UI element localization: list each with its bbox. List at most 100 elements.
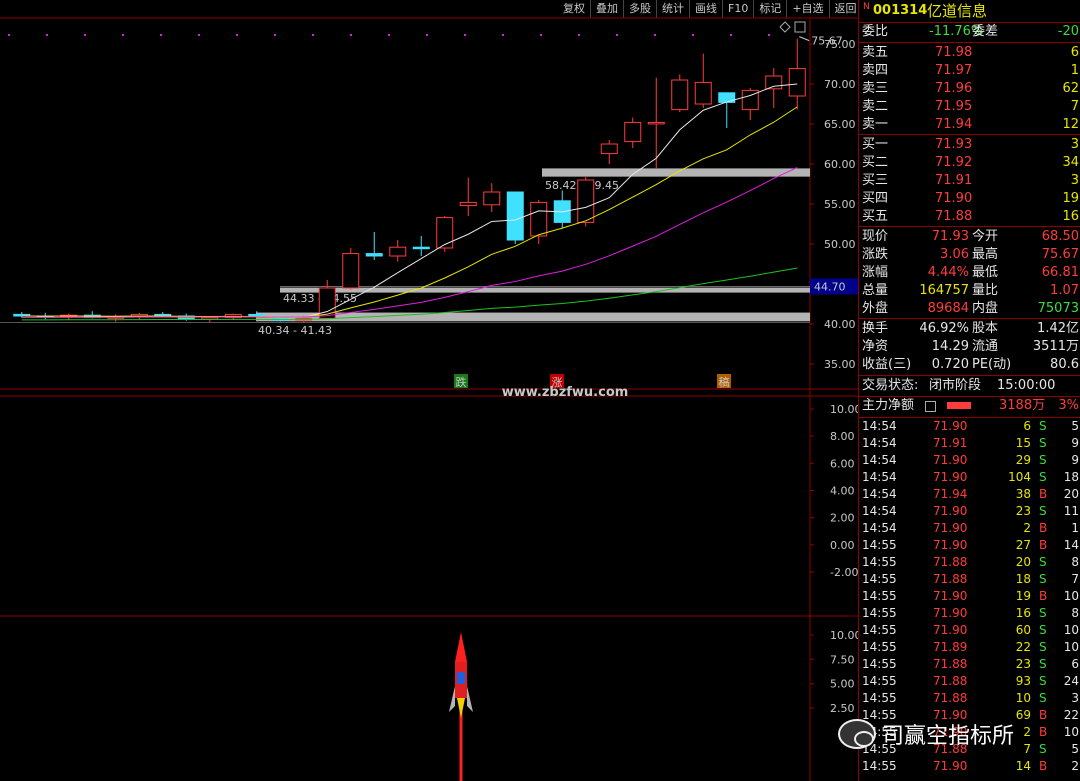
- tick-count: 24: [1063, 674, 1079, 688]
- main-force-row: 主力净额 3188万 3%: [859, 397, 1080, 415]
- stat-label: 最高: [972, 247, 999, 262]
- tick-side: S: [1039, 657, 1047, 671]
- tick-count: 11: [1063, 504, 1079, 518]
- tick-time: 14:54: [862, 487, 897, 501]
- osc1-axis-label: 6.00: [830, 457, 855, 470]
- bid-row: 买一 71.93 3: [859, 136, 1080, 154]
- tick-side: S: [1039, 623, 1047, 637]
- ask-row: 卖四 71.97 1: [859, 62, 1080, 80]
- tick-side: S: [1039, 674, 1047, 688]
- stat-value: 80.6: [1050, 357, 1079, 372]
- tick-count: 18: [1063, 470, 1079, 484]
- tick-volume: 22: [1015, 640, 1031, 654]
- osc1-axis-label: 8.00: [830, 430, 855, 443]
- bid-label: 买一: [862, 137, 889, 152]
- stat-value: 71.93: [931, 229, 969, 244]
- tick-count: 7: [1071, 572, 1079, 586]
- tick-side: S: [1039, 640, 1047, 654]
- stat-label: 最低: [972, 265, 999, 280]
- ask-price: 71.94: [935, 117, 973, 132]
- bid-label: 买三: [862, 173, 889, 188]
- stat-value: 0.720: [931, 357, 969, 372]
- tick-count: 5: [1071, 742, 1079, 756]
- main-force-value: 3188万: [999, 398, 1046, 413]
- ask-volume: 6: [1070, 45, 1079, 60]
- stat2-row: 净资 14.29 流通 3511万: [859, 338, 1080, 356]
- signal-label: 稿: [719, 375, 730, 389]
- ask-price: 71.97: [935, 63, 973, 78]
- ask-price: 71.96: [935, 81, 973, 96]
- main-force-bar: [947, 402, 971, 409]
- candle-body: [530, 201, 548, 237]
- marker-dot: [616, 34, 618, 36]
- tick-time: 14:55: [862, 606, 897, 620]
- watermark-text: 司赢空指标所: [882, 724, 1015, 749]
- tick-row: 14:54 71.90 23 S 11: [859, 503, 1080, 520]
- stat-label: 收益(三): [862, 357, 912, 372]
- tick-volume: 23: [1015, 504, 1031, 518]
- ma5-line: [21, 83, 798, 319]
- ask-label: 卖一: [862, 117, 889, 132]
- tick-time: 14:55: [862, 640, 897, 654]
- tick-price: 71.90: [933, 759, 968, 773]
- candle-body: [483, 191, 501, 206]
- tick-row: 14:54 71.91 15 S 9: [859, 435, 1080, 452]
- stat-value: 164757: [919, 283, 969, 298]
- box-icon: [794, 21, 806, 33]
- stat-value: 1.07: [1050, 283, 1079, 298]
- stat-value: 66.81: [1041, 265, 1079, 280]
- candle-body: [459, 201, 477, 207]
- ask-row: 卖二 71.95 7: [859, 98, 1080, 116]
- tick-row: 14:55 71.88 10 S 3: [859, 690, 1080, 707]
- stat-row: 总量 164757 量比 1.07: [859, 282, 1080, 300]
- stat-value: 4.44%: [927, 265, 969, 280]
- tick-side: S: [1039, 572, 1047, 586]
- price-zone: [280, 287, 810, 293]
- tick-side: B: [1039, 521, 1048, 535]
- tick-price: 71.90: [933, 538, 968, 552]
- tick-time: 14:54: [862, 436, 897, 450]
- tick-volume: 60: [1015, 623, 1031, 637]
- price-axis-label: 65.00: [824, 118, 856, 131]
- stat-label: 总量: [862, 283, 889, 298]
- tick-price: 71.90: [933, 419, 968, 433]
- price-axis-label: 70.00: [824, 78, 856, 91]
- marker-dot: [730, 34, 732, 36]
- price-axis-label: 35.00: [824, 358, 856, 371]
- weibi-label: 委比: [862, 24, 889, 39]
- ask-row: 卖五 71.98 6: [859, 44, 1080, 62]
- stat-row: 现价 71.93 今开 68.50: [859, 228, 1080, 246]
- tick-price: 71.89: [933, 640, 968, 654]
- tick-side: S: [1039, 470, 1047, 484]
- ask-label: 卖三: [862, 81, 889, 96]
- tick-row: 14:55 71.90 16 S 8: [859, 605, 1080, 622]
- bid-price: 71.91: [935, 173, 973, 188]
- tick-time: 14:54: [862, 504, 897, 518]
- bid-row: 买四 71.90 19: [859, 190, 1080, 208]
- weicha-value: -20: [1057, 24, 1079, 39]
- main-force-toggle-icon[interactable]: [925, 401, 936, 412]
- tick-time: 14:55: [862, 674, 897, 688]
- tick-volume: 38: [1015, 487, 1031, 501]
- candle-body: [436, 217, 454, 249]
- stat-value: 75.67: [1041, 247, 1079, 262]
- tick-price: 71.90: [933, 453, 968, 467]
- ask-volume: 12: [1062, 117, 1079, 132]
- stat-row: 涨幅 4.44% 最低 66.81: [859, 264, 1080, 282]
- stock-name: 亿道信息: [927, 2, 988, 20]
- stat2-row: 换手 46.92% 股本 1.42亿: [859, 320, 1080, 338]
- bid-row: 买五 71.88 16: [859, 208, 1080, 226]
- candle-body: [342, 253, 360, 289]
- stat-label: 外盘: [862, 301, 889, 316]
- rocket-flame-icon: [457, 698, 465, 718]
- weibi-row: 委比 -11.76% 委差 -20: [859, 23, 1080, 41]
- ask-row: 卖一 71.94 12: [859, 116, 1080, 134]
- tick-time: 14:54: [862, 521, 897, 535]
- candle-body: [765, 75, 783, 90]
- tick-volume: 15: [1015, 436, 1031, 450]
- ask-volume: 1: [1070, 63, 1079, 78]
- tick-row: 14:54 71.90 6 S 5: [859, 418, 1080, 435]
- ask-volume: 7: [1070, 99, 1079, 114]
- tick-time: 14:55: [862, 623, 897, 637]
- kline-chart[interactable]: 75.0070.0065.0060.0055.0050.0045.0040.00…: [0, 0, 858, 781]
